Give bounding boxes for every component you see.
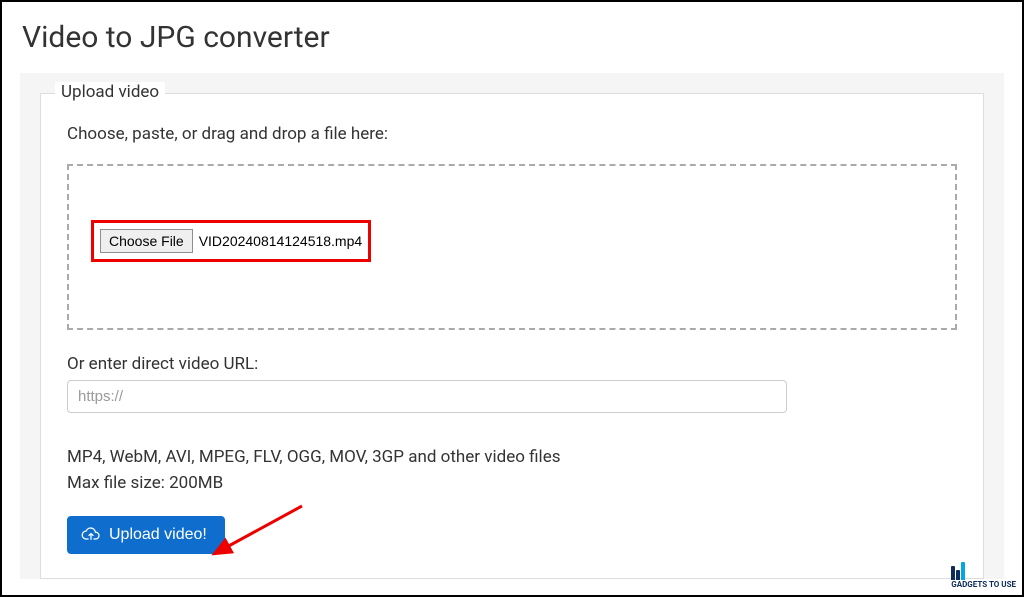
file-input-row: Choose File VID20240814124518.mp4 [91,220,371,262]
cloud-upload-icon [81,527,101,543]
selected-filename: VID20240814124518.mp4 [199,233,362,249]
video-url-input[interactable] [67,380,787,413]
content-area: Upload video Choose, paste, or drag and … [20,73,1004,579]
watermark-logo-icon [951,562,1016,580]
upload-legend: Upload video [55,82,165,102]
formats-line: MP4, WebM, AVI, MPEG, FLV, OGG, MOV, 3GP… [67,445,957,471]
watermark-text: GADGETS TO USE [951,581,1016,589]
maxsize-line: Max file size: 200MB [67,471,957,497]
page-title: Video to JPG converter [2,2,1022,73]
file-dropzone[interactable]: Choose File VID20240814124518.mp4 [67,164,957,330]
upload-instruction: Choose, paste, or drag and drop a file h… [67,124,957,144]
upload-video-button[interactable]: Upload video! [67,516,225,554]
url-label: Or enter direct video URL: [67,354,957,374]
upload-fieldset: Upload video Choose, paste, or drag and … [40,93,984,579]
upload-button-label: Upload video! [109,526,207,544]
watermark: GADGETS TO USE [951,562,1016,589]
supported-formats: MP4, WebM, AVI, MPEG, FLV, OGG, MOV, 3GP… [67,445,957,496]
choose-file-button[interactable]: Choose File [100,229,193,253]
